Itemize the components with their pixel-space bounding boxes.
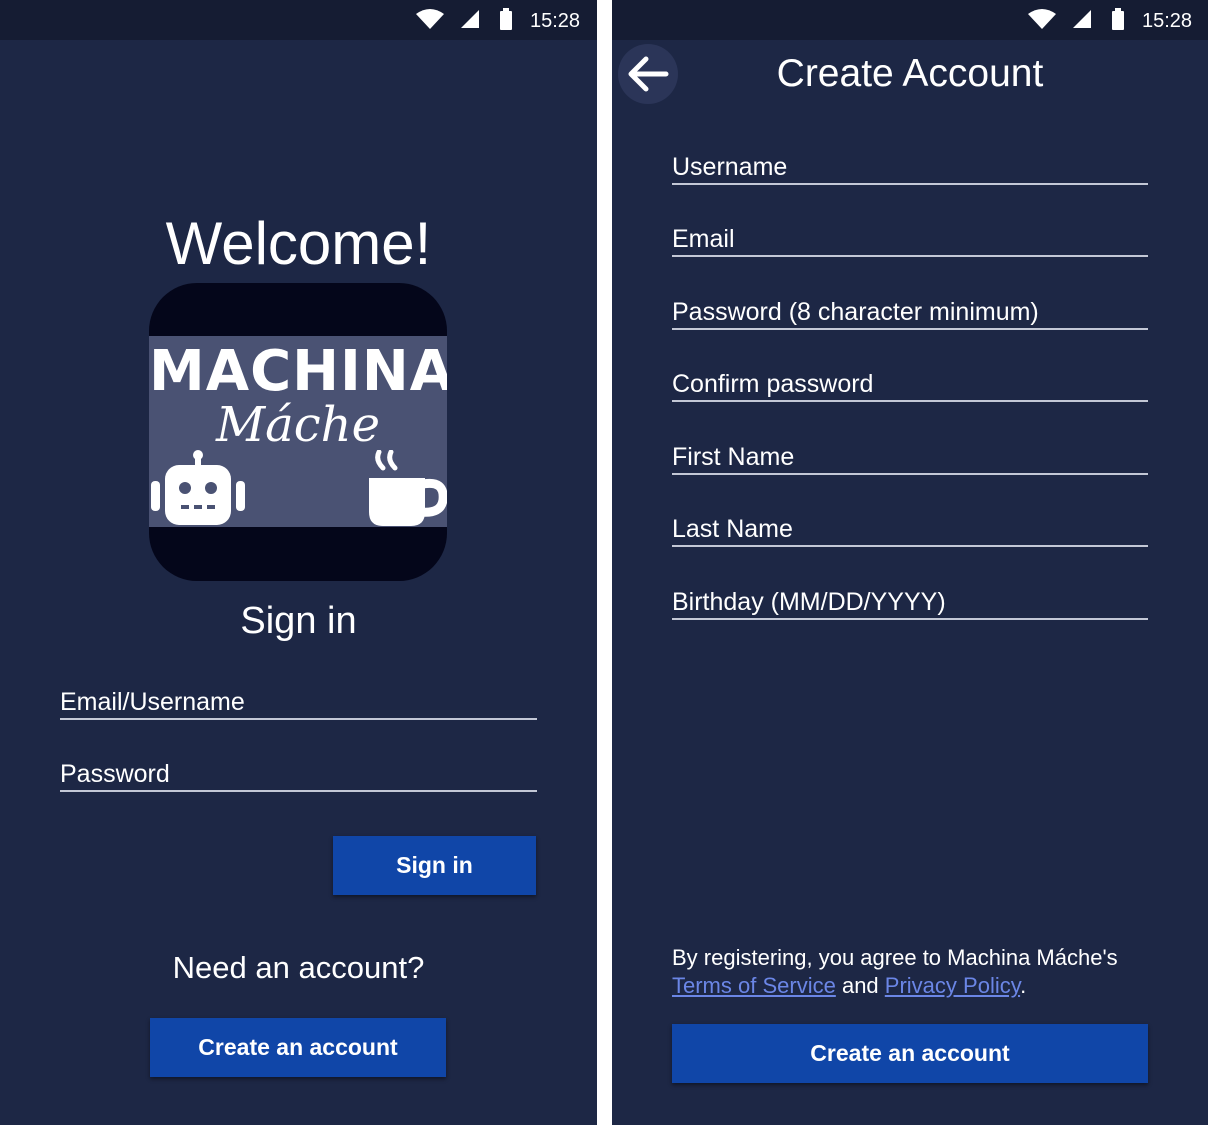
birthday-placeholder: Birthday (MM/DD/YYYY) (672, 588, 946, 616)
create-account-submit-button[interactable]: Create an account (672, 1024, 1148, 1083)
password-field[interactable]: Password (8 character minimum) (672, 296, 1148, 330)
status-bar: 15:28 (0, 0, 597, 40)
signin-heading: Sign in (240, 600, 357, 642)
need-account-text: Need an account? (172, 950, 425, 985)
coffee-cup-icon (369, 450, 447, 526)
privacy-policy-link[interactable]: Privacy Policy (885, 973, 1020, 998)
signin-screen: 15:28 Welcome! MACHINA Máche Sign in Ema… (0, 0, 597, 1125)
create-account-screen: 15:28 Create Account Username Email Pass… (612, 0, 1208, 1125)
first-name-placeholder: First Name (672, 443, 795, 471)
terms-of-service-link[interactable]: Terms of Service (672, 973, 836, 998)
email-username-placeholder: Email/Username (60, 688, 245, 716)
robot-icon (151, 450, 245, 525)
terms-notice: By registering, you agree to Machina Mác… (672, 944, 1192, 1000)
username-placeholder: Username (672, 153, 788, 181)
logo-subtitle: Máche (216, 397, 380, 453)
birthday-field[interactable]: Birthday (MM/DD/YYYY) (672, 586, 1148, 620)
email-username-field[interactable]: Email/Username (60, 686, 537, 720)
battery-icon (1112, 8, 1124, 30)
wifi-icon (1028, 9, 1056, 29)
last-name-placeholder: Last Name (672, 515, 793, 543)
last-name-field[interactable]: Last Name (672, 513, 1148, 547)
status-bar: 15:28 (612, 0, 1208, 40)
signal-icon (1073, 10, 1091, 28)
confirm-password-field[interactable]: Confirm password (672, 368, 1148, 402)
status-time: 15:28 (1142, 10, 1193, 32)
create-account-button[interactable]: Create an account (150, 1018, 446, 1077)
terms-prefix: By registering, you agree to Machina Mác… (672, 945, 1118, 970)
terms-suffix: . (1020, 973, 1027, 998)
password-field[interactable]: Password (60, 758, 537, 792)
page-title-text: Create Account (776, 52, 1044, 95)
logo-title: MACHINA (149, 339, 447, 404)
page-title: Create Account (612, 52, 1208, 96)
wifi-icon (416, 9, 444, 29)
battery-icon (500, 8, 512, 30)
password-placeholder: Password (8 character minimum) (672, 298, 1039, 326)
signal-icon (461, 10, 479, 28)
first-name-field[interactable]: First Name (672, 441, 1148, 475)
welcome-heading: Welcome! (165, 210, 432, 277)
signin-button[interactable]: Sign in (333, 836, 536, 895)
username-field[interactable]: Username (672, 151, 1148, 185)
email-placeholder: Email (672, 225, 735, 253)
terms-and: and (841, 973, 879, 998)
password-placeholder: Password (60, 760, 170, 788)
app-logo: MACHINA Máche (149, 283, 447, 581)
status-time: 15:28 (530, 10, 581, 32)
email-field[interactable]: Email (672, 223, 1148, 257)
confirm-password-placeholder: Confirm password (672, 370, 874, 398)
